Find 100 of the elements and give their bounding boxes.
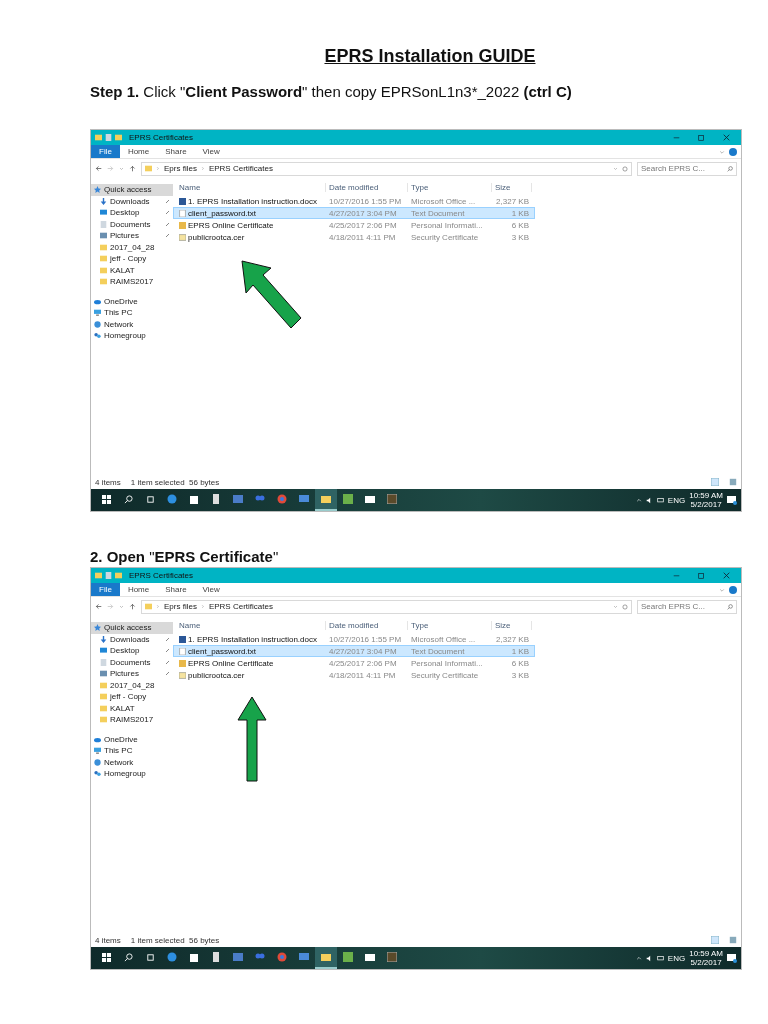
- clock-time: 10:59 AM: [689, 491, 723, 500]
- column-header[interactable]: Type: [408, 183, 492, 192]
- network-icon: [656, 496, 664, 504]
- folder-icon: [95, 134, 102, 141]
- notification-icon: [727, 953, 737, 963]
- breadcrumb[interactable]: EPRS Certificates: [208, 164, 273, 173]
- sidebar-item[interactable]: This PC: [91, 307, 173, 319]
- sidebar-item[interactable]: Desktop: [91, 645, 173, 657]
- window-title: EPRS Certificates: [129, 571, 195, 580]
- cloud-icon: [94, 297, 101, 305]
- table-cell: Microsoft Office ...: [411, 634, 476, 644]
- sidebar-item[interactable]: 2017_04_28: [91, 679, 173, 691]
- file-row[interactable]: 1. EPRS Installation instruction.docx 10/27/2016 1:55 PM Microsoft Office ... 2,327 KB: [173, 195, 535, 207]
- table-cell: 1 KB: [511, 208, 529, 218]
- column-header[interactable]: Size: [492, 183, 532, 192]
- sidebar-item[interactable]: Pictures: [91, 668, 173, 680]
- sidebar-item[interactable]: Downloads: [91, 633, 173, 645]
- download-icon: [100, 197, 107, 205]
- sidebar-item[interactable]: Downloads: [91, 195, 173, 207]
- sidebar-item[interactable]: KALAT: [91, 264, 173, 276]
- ribbon-tab[interactable]: Share: [157, 583, 195, 596]
- sidebar-item[interactable]: Desktop: [91, 207, 173, 219]
- sidebar-item[interactable]: Network: [91, 756, 173, 768]
- language-indicator[interactable]: ENG: [667, 953, 686, 963]
- up-arrow-icon: [129, 603, 136, 610]
- sidebar-item[interactable]: Homegroup: [91, 330, 173, 342]
- column-header[interactable]: Size: [492, 621, 532, 630]
- sidebar-item[interactable]: OneDrive: [91, 295, 173, 307]
- breadcrumb[interactable]: Eprs files: [164, 164, 197, 173]
- column-header[interactable]: Name: [176, 183, 326, 192]
- column-header[interactable]: Date modified: [326, 183, 408, 192]
- column-header[interactable]: Type: [408, 621, 492, 630]
- address-bar[interactable]: Eprs files EPRS Certificates: [141, 161, 632, 176]
- column-header[interactable]: Date modified: [326, 621, 408, 630]
- file-name: client_password.txt: [188, 646, 257, 656]
- sidebar-item[interactable]: Homegroup: [91, 768, 173, 780]
- sidebar-item[interactable]: 2017_04_28: [91, 241, 173, 253]
- sidebar-item[interactable]: RAIMS2017: [91, 714, 173, 726]
- thumbnail-view-icon: [729, 478, 737, 486]
- table-cell: 4/25/2017 2:06 PM: [329, 220, 397, 230]
- search-icon: [123, 494, 133, 504]
- spreadsheet-icon: [343, 952, 353, 962]
- chevron-down-icon: [719, 148, 725, 155]
- star-icon: [94, 624, 101, 632]
- ribbon-tab[interactable]: File: [91, 145, 120, 158]
- table-cell: Text Document: [411, 646, 465, 656]
- window-title: EPRS Certificates: [129, 133, 195, 142]
- file-row[interactable]: EPRS Online Certificate 4/25/2017 2:06 PM Personal Informati... 6 KB: [173, 657, 535, 669]
- refresh-icon: [622, 165, 628, 172]
- close-icon: [722, 572, 730, 579]
- sidebar-item[interactable]: RAIMS2017: [91, 276, 173, 288]
- refresh-icon: [622, 603, 628, 610]
- status-text: 4 items: [95, 477, 121, 487]
- sidebar-item[interactable]: Documents: [91, 656, 173, 668]
- sidebar-item[interactable]: Quick access: [91, 184, 173, 196]
- chevron-down-icon: [719, 586, 725, 593]
- file-row[interactable]: client_password.txt 4/27/2017 3:04 PM Text Document 1 KB: [173, 207, 535, 219]
- table-cell: 1 KB: [511, 646, 529, 656]
- word-file-icon: [179, 197, 186, 205]
- picture-icon: [100, 670, 107, 678]
- search-icon: [727, 603, 733, 610]
- sidebar-item[interactable]: Pictures: [91, 230, 173, 242]
- file-row[interactable]: publicrootca.cer 4/18/2011 4:11 PM Security Certificate 3 KB: [173, 231, 535, 243]
- clock-date: 5/2/2017: [690, 500, 722, 509]
- desktop-icon: [100, 209, 107, 217]
- ribbon-tab[interactable]: View: [194, 145, 228, 158]
- language-indicator[interactable]: ENG: [667, 495, 686, 505]
- search-field[interactable]: Search EPRS C...: [637, 599, 737, 614]
- breadcrumb[interactable]: EPRS Certificates: [208, 602, 273, 611]
- sidebar-item[interactable]: Documents: [91, 218, 173, 230]
- text-file-icon: [179, 647, 186, 655]
- file-row[interactable]: EPRS Online Certificate 4/25/2017 2:06 PM Personal Informati... 6 KB: [173, 219, 535, 231]
- up-arrow-icon: [129, 165, 136, 172]
- file-row[interactable]: publicrootca.cer 4/18/2011 4:11 PM Security Certificate 3 KB: [173, 669, 535, 681]
- ribbon-tab[interactable]: Share: [157, 145, 195, 158]
- breadcrumb[interactable]: Eprs files: [164, 602, 197, 611]
- address-bar[interactable]: Eprs files EPRS Certificates: [141, 599, 632, 614]
- text-file-icon: [179, 209, 186, 217]
- ribbon-tab[interactable]: View: [194, 583, 228, 596]
- sidebar-item[interactable]: Network: [91, 318, 173, 330]
- sidebar-item[interactable]: OneDrive: [91, 733, 173, 745]
- arrow-drawing: [241, 260, 303, 330]
- column-header[interactable]: Name: [176, 621, 326, 630]
- file-row[interactable]: 1. EPRS Installation instruction.docx 10/27/2016 1:55 PM Microsoft Office ... 2,327 KB: [173, 633, 535, 645]
- ribbon-tab[interactable]: Home: [119, 583, 158, 596]
- people-icon: [94, 770, 101, 778]
- people-icon: [94, 332, 101, 340]
- spreadsheet-icon: [343, 494, 353, 504]
- notification-icon: [727, 495, 737, 505]
- network-icon: [94, 758, 101, 766]
- sidebar-item[interactable]: jeff - Copy: [91, 253, 173, 265]
- sidebar-item[interactable]: This PC: [91, 745, 173, 757]
- ribbon-tab[interactable]: Home: [119, 145, 158, 158]
- sidebar-item[interactable]: KALAT: [91, 702, 173, 714]
- ribbon-tab[interactable]: File: [91, 583, 120, 596]
- sidebar-item[interactable]: jeff - Copy: [91, 691, 173, 703]
- file-name: publicrootca.cer: [188, 670, 245, 680]
- sidebar-item[interactable]: Quick access: [91, 622, 173, 634]
- file-row[interactable]: client_password.txt 4/27/2017 3:04 PM Text Document 1 KB: [173, 645, 535, 657]
- search-field[interactable]: Search EPRS C...: [637, 161, 737, 176]
